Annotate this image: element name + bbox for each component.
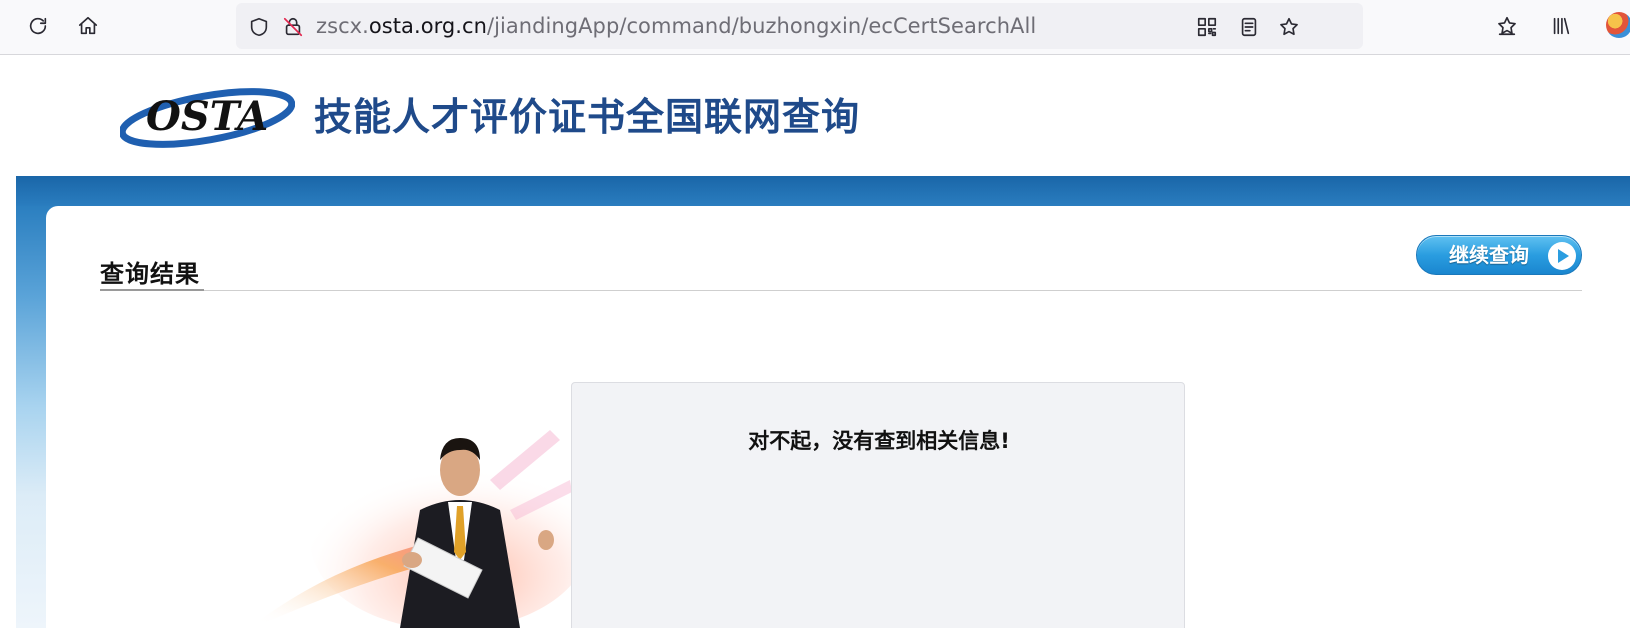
bookmarks-menu-icon	[1498, 16, 1516, 36]
home-button[interactable]	[70, 8, 106, 44]
address-bar[interactable]: zscx.osta.org.cn/jiandingApp/command/buz…	[236, 3, 1363, 49]
blue-band-top	[16, 176, 1630, 206]
url-host: osta.org.cn	[368, 14, 487, 38]
library-button[interactable]	[1543, 8, 1579, 44]
play-arrow-icon	[1548, 242, 1576, 270]
browser-toolbar: zscx.osta.org.cn/jiandingApp/command/buz…	[0, 0, 1630, 55]
home-icon	[78, 16, 98, 35]
continue-search-label: 继续查询	[1449, 243, 1529, 267]
results-heading: 查询结果	[100, 260, 200, 288]
businessman-illustration	[260, 430, 572, 628]
extension-avatar-icon[interactable]	[1606, 12, 1630, 38]
qr-code-icon	[1197, 17, 1217, 37]
url-text[interactable]: zscx.osta.org.cn/jiandingApp/command/buz…	[316, 3, 1036, 49]
url-prefix: zscx.	[316, 14, 369, 38]
bookmark-star-icon	[1280, 17, 1298, 36]
tracking-protection-button[interactable]	[246, 14, 272, 40]
logo-text: OSTA	[146, 93, 268, 140]
heading-underline	[100, 289, 204, 291]
qr-code-button[interactable]	[1194, 14, 1220, 40]
reader-view-icon	[1241, 17, 1257, 37]
bookmark-page-button[interactable]	[1276, 14, 1302, 40]
reader-view-button[interactable]	[1236, 14, 1262, 40]
no-result-message: 对不起，没有查到相关信息!	[748, 429, 1010, 453]
message-panel: 对不起，没有查到相关信息!	[571, 382, 1185, 628]
continue-search-button[interactable]: 继续查询	[1416, 235, 1582, 275]
site-info-button[interactable]	[280, 14, 306, 40]
reload-icon	[29, 17, 47, 35]
bookmarks-menu-button[interactable]	[1489, 8, 1525, 44]
url-path: /jiandingApp/command/buzhongxin/ecCertSe…	[486, 14, 1037, 38]
library-icon	[1553, 17, 1570, 35]
reload-button[interactable]	[20, 8, 56, 44]
shield-icon	[250, 17, 268, 37]
insecure-lock-icon	[283, 17, 303, 37]
site-title: 技能人才评价证书全国联网查询	[314, 95, 861, 139]
osta-logo: OSTA	[120, 88, 295, 148]
heading-divider	[100, 290, 1582, 291]
